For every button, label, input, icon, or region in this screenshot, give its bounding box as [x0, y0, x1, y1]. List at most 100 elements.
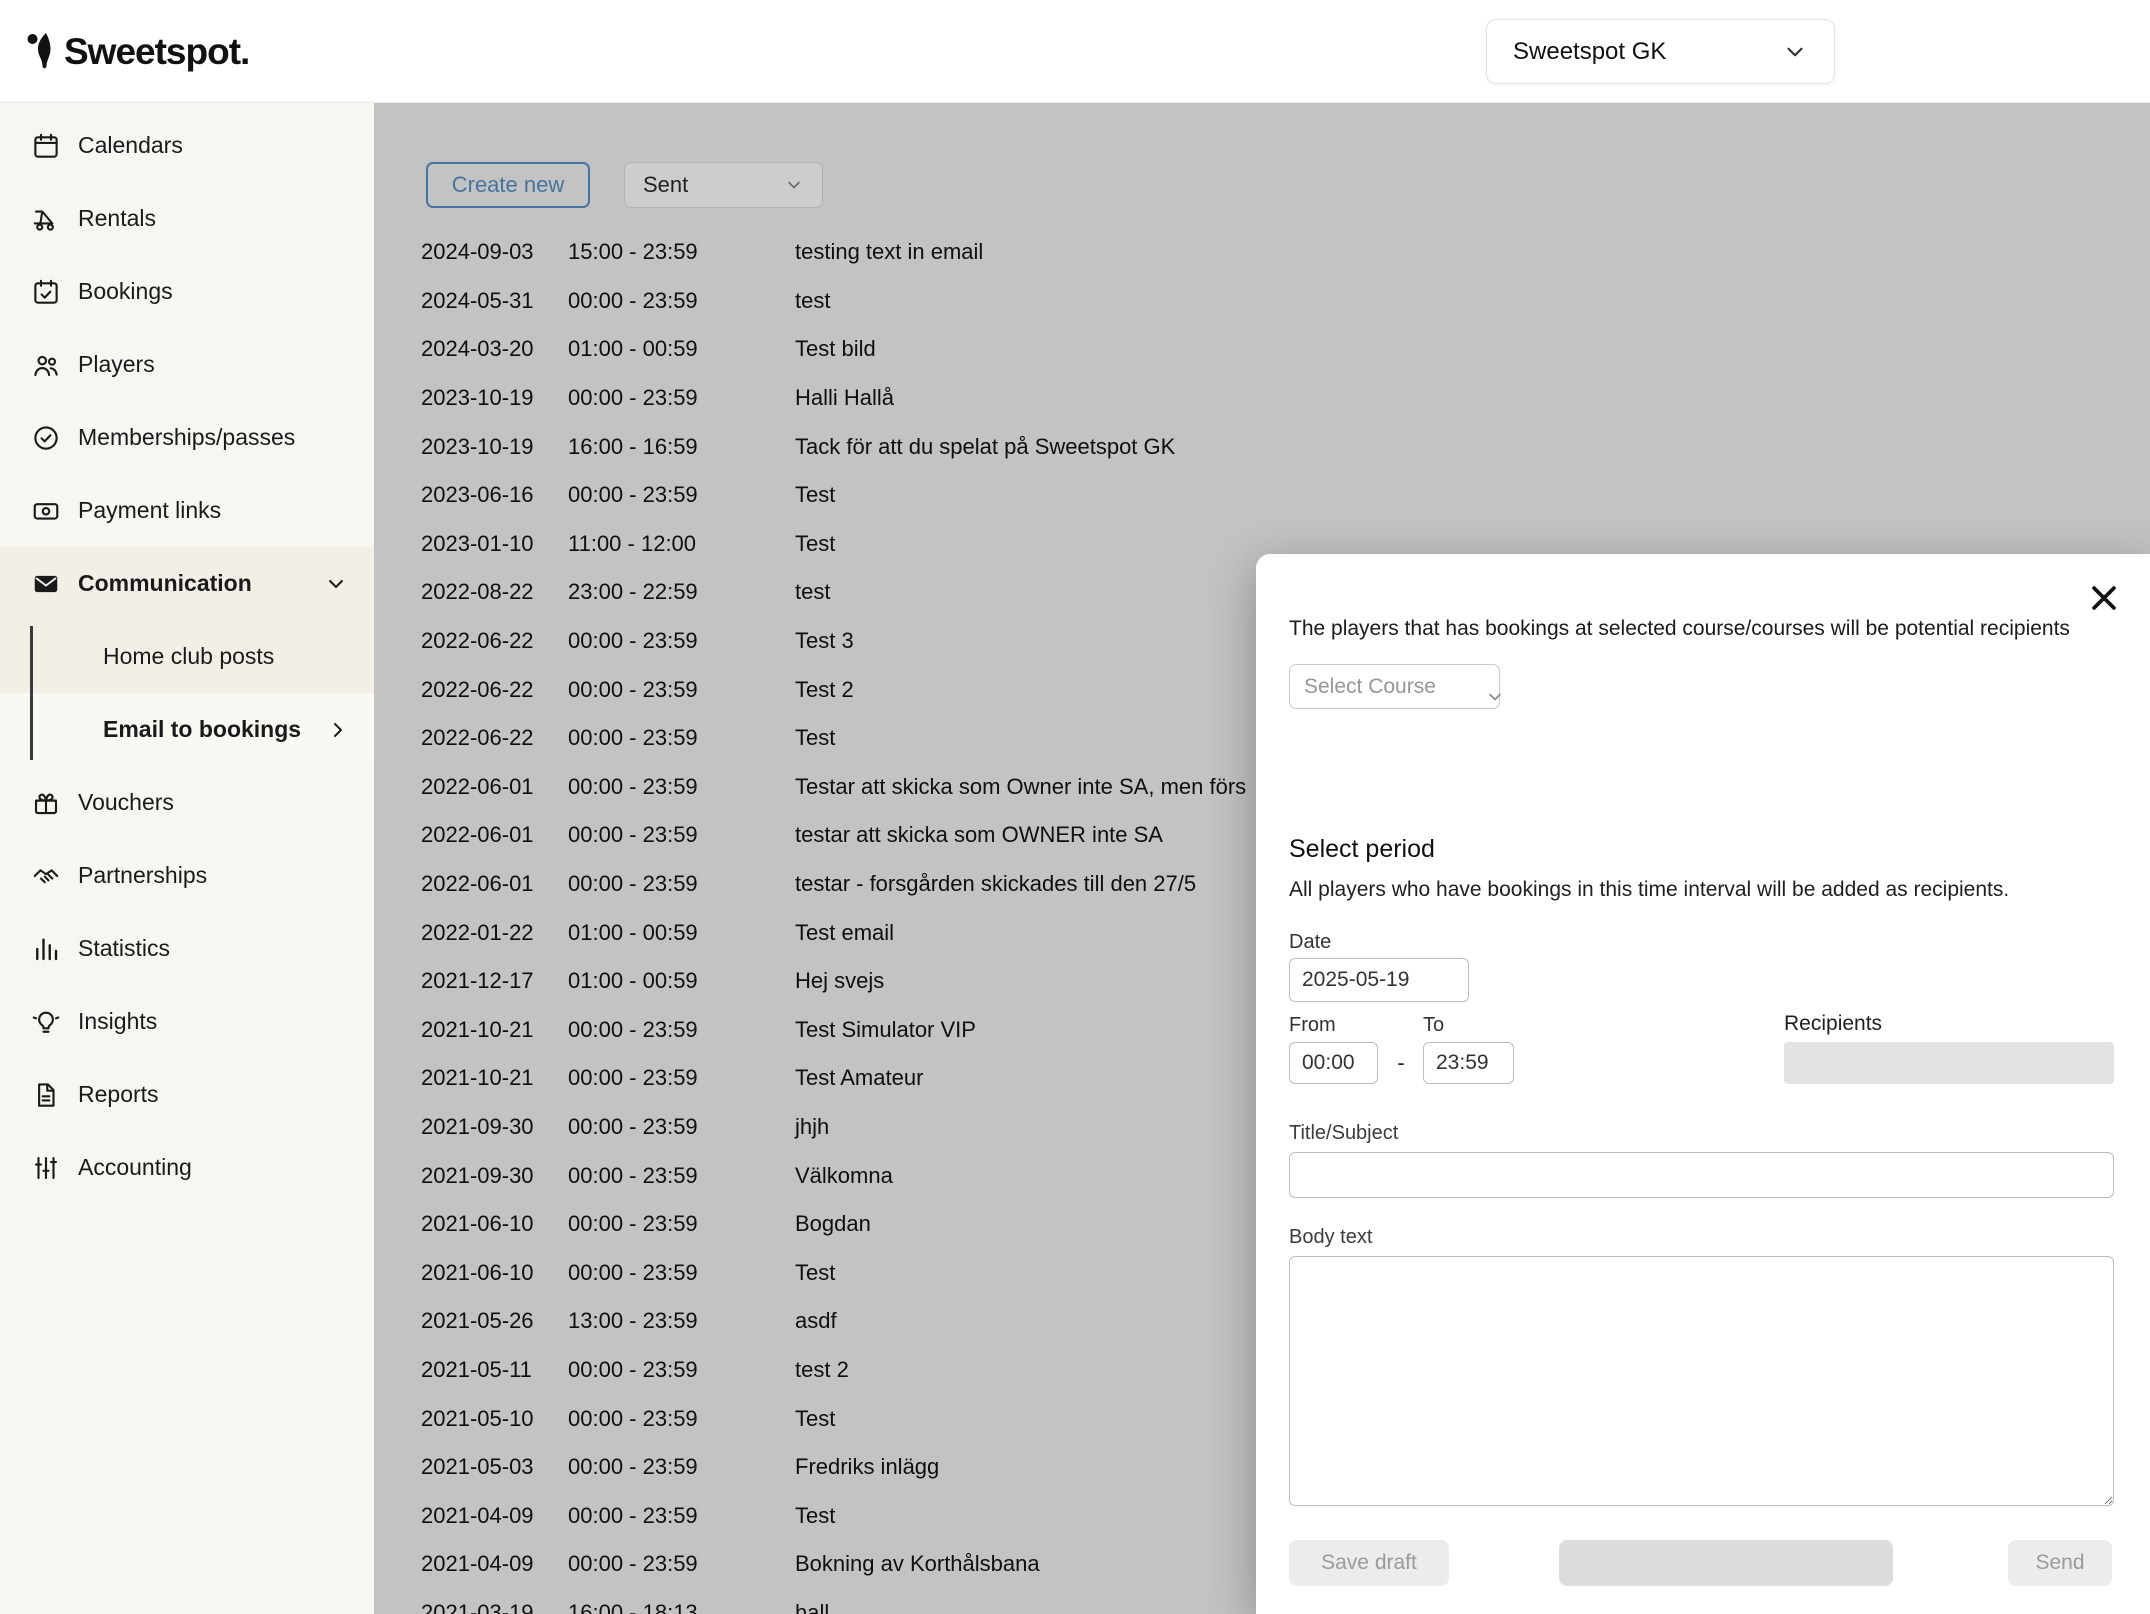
email-date: 2024-05-31 — [421, 288, 568, 314]
vouchers-icon — [30, 787, 62, 819]
email-date: 2021-06-10 — [421, 1260, 568, 1286]
email-time: 00:00 - 23:59 — [568, 1357, 795, 1383]
email-time: 01:00 - 00:59 — [568, 336, 795, 362]
email-time: 00:00 - 23:59 — [568, 385, 795, 411]
disabled-action-placeholder — [1559, 1540, 1893, 1586]
email-subject: Tack för att du spelat på Sweetspot GK — [795, 434, 2150, 460]
time-range-separator: - — [1387, 1042, 1415, 1084]
status-filter-dropdown[interactable]: Sent — [624, 162, 823, 208]
select-course-dropdown[interactable]: Select Course — [1289, 664, 1500, 709]
email-time: 00:00 - 23:59 — [568, 288, 795, 314]
club-selector-dropdown[interactable]: Sweetspot GK — [1486, 19, 1835, 84]
close-icon[interactable] — [2084, 578, 2124, 618]
sidebar-subitem-home-club-posts[interactable]: Home club posts — [0, 620, 374, 693]
payment-links-icon — [30, 495, 62, 527]
email-date: 2022-06-22 — [421, 628, 568, 654]
reports-icon — [30, 1079, 62, 1111]
sidebar-item-payment-links[interactable]: Payment links — [0, 474, 374, 547]
email-date: 2023-01-10 — [421, 531, 568, 557]
email-row[interactable]: 2023-06-16 00:00 - 23:59 Test — [374, 471, 2150, 520]
sidebar-item-accounting[interactable]: Accounting — [0, 1131, 374, 1204]
sidebar-item-statistics[interactable]: Statistics — [0, 912, 374, 985]
email-time: 01:00 - 00:59 — [568, 968, 795, 994]
email-time: 00:00 - 23:59 — [568, 871, 795, 897]
chevron-down-icon — [1782, 39, 1808, 65]
sidebar-item-label: Vouchers — [78, 789, 174, 816]
email-time: 00:00 - 23:59 — [568, 1114, 795, 1140]
email-row[interactable]: 2024-03-20 01:00 - 00:59 Test bild — [374, 325, 2150, 374]
title-subject-input[interactable] — [1289, 1152, 2114, 1198]
email-date: 2021-06-10 — [421, 1211, 568, 1237]
to-label: To — [1423, 1014, 1444, 1037]
email-time: 00:00 - 23:59 — [568, 1017, 795, 1043]
to-time-input[interactable] — [1423, 1042, 1514, 1084]
email-time: 00:00 - 23:59 — [568, 482, 795, 508]
email-time: 00:00 - 23:59 — [568, 1503, 795, 1529]
bookings-icon — [30, 276, 62, 308]
sidebar-subitem-email-to-bookings[interactable]: Email to bookings — [0, 693, 374, 766]
email-time: 13:00 - 23:59 — [568, 1308, 795, 1334]
sidebar-subitem-label: Home club posts — [103, 643, 274, 670]
communication-icon — [30, 568, 62, 600]
email-subject: Halli Hallå — [795, 385, 2150, 411]
email-time: 11:00 - 12:00 — [568, 531, 795, 557]
rentals-icon — [30, 203, 62, 235]
email-time: 00:00 - 23:59 — [568, 1211, 795, 1237]
email-date: 2024-03-20 — [421, 336, 568, 362]
from-time-input[interactable] — [1289, 1042, 1378, 1084]
date-label: Date — [1289, 931, 1331, 954]
email-date: 2021-09-30 — [421, 1163, 568, 1189]
save-draft-button[interactable]: Save draft — [1289, 1540, 1449, 1586]
sidebar-item-label: Rentals — [78, 205, 156, 232]
email-date: 2024-09-03 — [421, 239, 568, 265]
sidebar-item-players[interactable]: Players — [0, 328, 374, 401]
create-new-button[interactable]: Create new — [426, 162, 590, 208]
communication-group: Communication Home club posts Email to b… — [0, 547, 374, 766]
email-date: 2023-10-19 — [421, 434, 568, 460]
email-time: 01:00 - 00:59 — [568, 920, 795, 946]
email-time: 00:00 - 23:59 — [568, 677, 795, 703]
sidebar-item-label: Players — [78, 351, 155, 378]
date-input[interactable] — [1289, 958, 1469, 1002]
sidebar-item-vouchers[interactable]: Vouchers — [0, 766, 374, 839]
email-date: 2021-04-09 — [421, 1503, 568, 1529]
email-row[interactable]: 2023-10-19 16:00 - 16:59 Tack för att du… — [374, 422, 2150, 471]
select-period-title: Select period — [1289, 835, 1435, 864]
sidebar-item-calendars[interactable]: Calendars — [0, 109, 374, 182]
email-time: 00:00 - 23:59 — [568, 822, 795, 848]
email-row[interactable]: 2024-09-03 15:00 - 23:59 testing text in… — [374, 228, 2150, 277]
recipients-field[interactable] — [1784, 1042, 2114, 1084]
status-filter-value: Sent — [643, 172, 688, 198]
communication-submenu: Home club posts Email to bookings — [0, 620, 374, 766]
email-date: 2021-12-17 — [421, 968, 568, 994]
sidebar-item-communication[interactable]: Communication — [0, 547, 374, 620]
sidebar-item-label: Statistics — [78, 935, 170, 962]
email-date: 2022-06-22 — [421, 725, 568, 751]
sidebar-item-memberships[interactable]: Memberships/passes — [0, 401, 374, 474]
sidebar-item-bookings[interactable]: Bookings — [0, 255, 374, 328]
email-time: 00:00 - 23:59 — [568, 628, 795, 654]
email-subject: test — [795, 288, 2150, 314]
email-row[interactable]: 2023-10-19 00:00 - 23:59 Halli Hallå — [374, 374, 2150, 423]
sidebar-item-label: Accounting — [78, 1154, 192, 1181]
email-date: 2021-03-19 — [421, 1600, 568, 1614]
sidebar-item-label: Insights — [78, 1008, 157, 1035]
email-date: 2023-06-16 — [421, 482, 568, 508]
insights-icon — [30, 1006, 62, 1038]
sidebar-item-rentals[interactable]: Rentals — [0, 182, 374, 255]
sidebar-item-label: Bookings — [78, 278, 173, 305]
sidebar: Calendars Rentals Bookings Players Membe — [0, 103, 374, 1614]
recipients-intro-text: The players that has bookings at selecte… — [1289, 617, 2101, 641]
email-date: 2023-10-19 — [421, 385, 568, 411]
body-text-textarea[interactable] — [1289, 1256, 2114, 1506]
calendars-icon — [30, 130, 62, 162]
email-row[interactable]: 2024-05-31 00:00 - 23:59 test — [374, 277, 2150, 326]
email-subject: testing text in email — [795, 239, 2150, 265]
email-date: 2021-05-26 — [421, 1308, 568, 1334]
email-subject: Test bild — [795, 336, 2150, 362]
sidebar-item-insights[interactable]: Insights — [0, 985, 374, 1058]
email-time: 00:00 - 23:59 — [568, 1163, 795, 1189]
send-button[interactable]: Send — [2008, 1540, 2112, 1586]
sidebar-item-reports[interactable]: Reports — [0, 1058, 374, 1131]
sidebar-item-partnerships[interactable]: Partnerships — [0, 839, 374, 912]
